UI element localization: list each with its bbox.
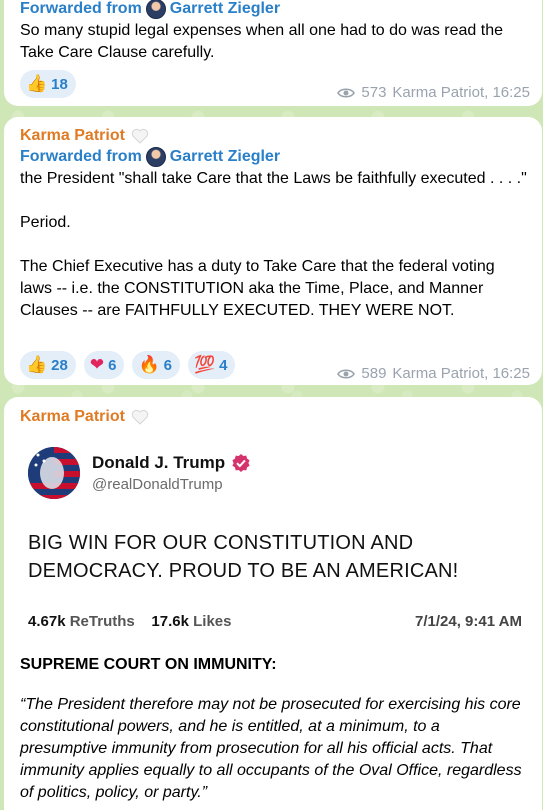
reaction-thumbs-up[interactable]: 👍 28 [20,351,76,379]
sender-row: Karma Patriot [20,126,528,146]
white-heart-icon [131,409,149,425]
view-count: 573 [361,84,387,101]
post-header: Donald J. Trump @realDonaldTrump [28,447,528,499]
reactions-bar: 👍 18 [20,70,76,98]
sender-row: Karma Patriot [20,407,528,427]
view-count: 589 [361,365,387,382]
post-author-handle: @realDonaldTrump [92,476,223,493]
fire-icon: 🔥 [138,354,160,375]
reaction-hundred[interactable]: 💯 4 [187,351,236,379]
reaction-count: 4 [219,356,228,374]
post-author-name: Donald J. Trump [92,453,226,472]
eye-icon [337,87,356,99]
message-meta: 573 Karma Patriot, 16:25 [337,84,530,101]
forwarded-label: Forwarded from [20,148,142,165]
author-time: Karma Patriot, 16:25 [392,365,530,382]
reaction-count: 28 [51,356,68,374]
hundred-points-icon: 💯 [193,354,216,375]
reaction-heart[interactable]: ❤ 6 [83,351,125,379]
reaction-count: 18 [51,75,68,93]
embedded-post-image[interactable]: Donald J. Trump @realDonaldTrump BIG WIN… [20,447,528,630]
post-counts: 4.67k ReTruths 17.6k Likes [28,613,231,630]
post-author-row: Donald J. Trump [92,453,251,473]
forwarded-name[interactable]: Garrett Ziegler [170,146,280,168]
heart-icon: ❤ [89,354,105,375]
white-heart-icon [131,128,149,144]
post-body: BIG WIN FOR OUR CONSTITUTION AND DEMOCRA… [28,532,459,582]
thumbs-up-icon: 👍 [26,73,48,94]
retruths-count: 4.67k [28,613,66,630]
sender-name[interactable]: Karma Patriot [20,407,125,427]
forwarded-avatar [145,0,166,19]
forwarded-from-link[interactable]: Forwarded from Garrett Ziegler [20,146,528,168]
reaction-count: 6 [163,356,172,374]
message-quote: “The President therefore may not be pros… [20,696,522,801]
post-stats: 4.67k ReTruths 17.6k Likes 7/1/24, 9:41 … [28,613,522,630]
likes-count: 17.6k [151,613,189,630]
reaction-thumbs-up[interactable]: 👍 18 [20,70,76,98]
message-bubble-1[interactable]: Forwarded from Garrett Ziegler So many s… [4,0,542,106]
message-meta: 589 Karma Patriot, 16:25 [337,365,530,382]
message-text: the President "shall take Care that the … [20,170,527,319]
forwarded-label: Forwarded from [20,0,142,17]
reaction-count: 6 [108,356,117,374]
message-bubble-3[interactable]: Karma Patriot Donald J. Trump @realDonal… [4,397,542,810]
retruths-label: ReTruths [69,613,135,630]
verified-badge-icon [232,454,250,472]
eye-icon [337,368,356,380]
author-time: Karma Patriot, 16:25 [392,84,530,101]
thumbs-up-icon: 👍 [26,354,48,375]
likes-label: Likes [193,613,232,630]
message-text: So many stupid legal expenses when all o… [20,22,508,61]
sender-name[interactable]: Karma Patriot [20,126,125,146]
forwarded-avatar [145,147,166,167]
reactions-bar: 👍 28 ❤ 6 🔥 6 💯 4 [20,351,236,379]
forwarded-name[interactable]: Garrett Ziegler [170,0,280,20]
forwarded-from-link[interactable]: Forwarded from Garrett Ziegler [20,0,528,20]
post-date: 7/1/24, 9:41 AM [415,613,522,630]
message-heading: SUPREME COURT ON IMMUNITY: [20,656,277,673]
profile-avatar[interactable] [28,447,80,499]
reaction-fire[interactable]: 🔥 6 [132,351,180,379]
message-bubble-2[interactable]: Karma Patriot Forwarded from Garrett Zie… [4,117,542,385]
